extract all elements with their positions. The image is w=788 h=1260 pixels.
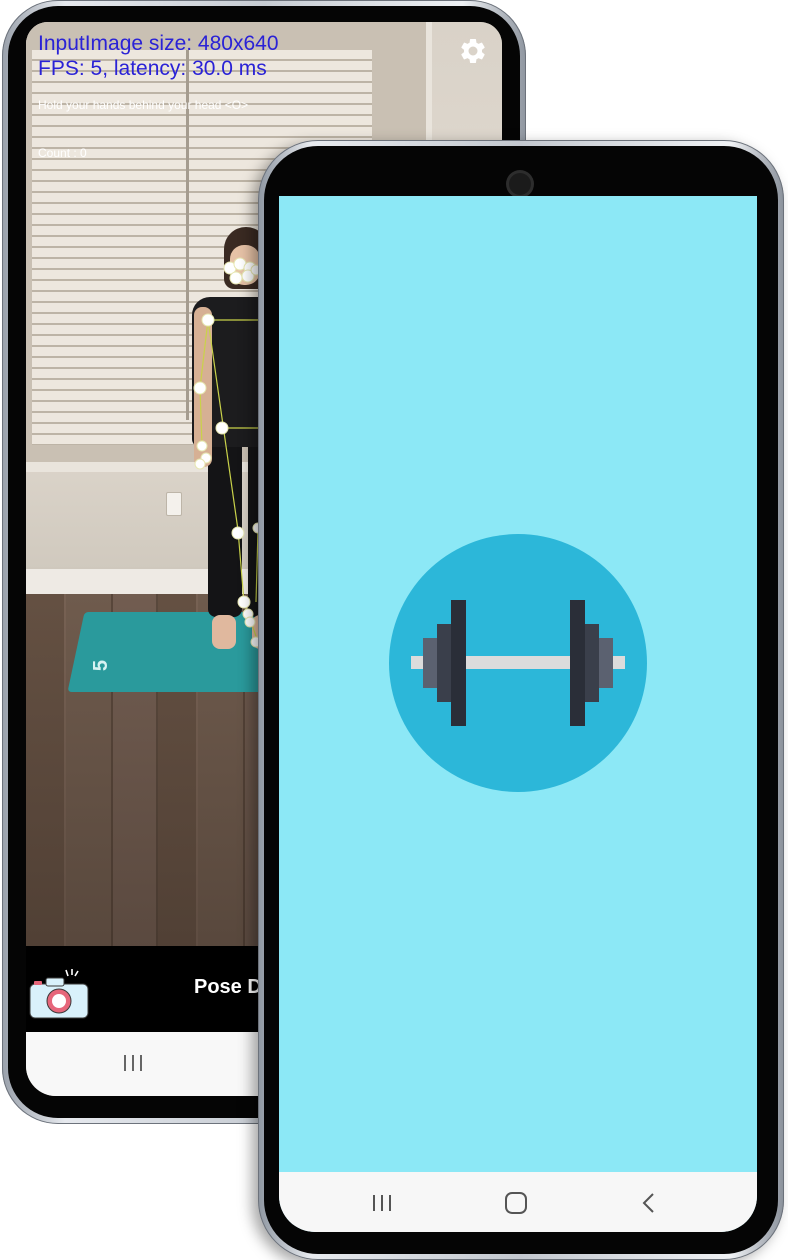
camera-icon	[29, 969, 89, 1019]
rep-count-label: Count : 0	[38, 146, 87, 160]
front-phone	[258, 140, 784, 1260]
fps-latency-label: FPS: 5, latency: 30.0 ms	[38, 57, 267, 80]
settings-button[interactable]	[458, 36, 488, 66]
input-image-size-label: InputImage size: 480x640	[38, 32, 279, 55]
front-phone-camera	[509, 173, 531, 195]
pose-instruction-label: Hold your hands behind your head <O>	[38, 98, 249, 112]
back-icon[interactable]	[641, 1192, 655, 1214]
recents-icon[interactable]	[122, 1054, 144, 1072]
recents-icon[interactable]	[371, 1194, 393, 1212]
splash-screen	[279, 196, 757, 1232]
gear-icon	[461, 38, 485, 63]
app-title: Pose D	[194, 976, 262, 998]
dumbbell-icon	[389, 534, 647, 792]
camera-button[interactable]	[26, 968, 92, 1020]
home-icon[interactable]	[505, 1192, 527, 1214]
front-phone-nav-bar	[279, 1172, 757, 1232]
